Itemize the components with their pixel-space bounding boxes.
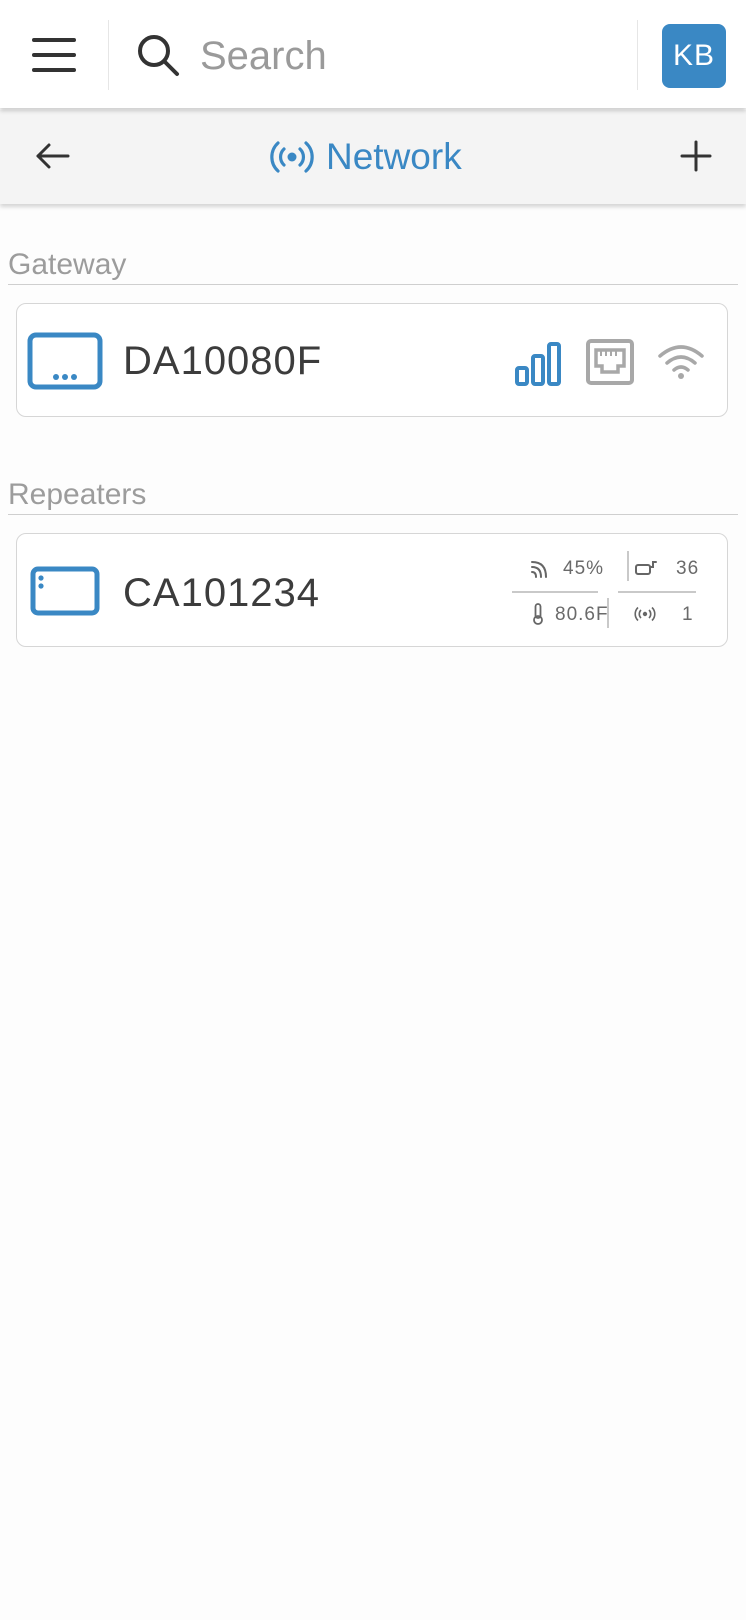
signal-value: 45% (563, 558, 605, 579)
section-label-repeaters: Repeaters (8, 478, 147, 511)
search-input[interactable] (198, 26, 622, 86)
back-arrow-icon[interactable] (30, 134, 74, 178)
radio-signal-icon (634, 606, 656, 622)
menu-icon[interactable] (22, 30, 86, 80)
gateway-device-icon (27, 332, 103, 390)
avatar[interactable]: KB (662, 24, 726, 88)
thermometer-icon (533, 603, 543, 625)
divider (108, 20, 109, 90)
page-title: Network (270, 134, 462, 180)
search-icon (138, 35, 179, 76)
gateway-card[interactable]: DA10080F (16, 303, 728, 417)
stat-divider (627, 551, 629, 581)
repeater-name: CA101234 (123, 571, 321, 615)
radio-value: 1 (682, 604, 694, 625)
page-title-text: Network (326, 136, 462, 177)
temperature-value: 80.6F (555, 604, 609, 625)
divider (637, 20, 638, 90)
wifi-icon (658, 345, 704, 379)
cellular-signal-icon (515, 342, 561, 386)
repeater-device-icon (30, 566, 100, 616)
battery-value: 36 (676, 558, 700, 579)
gateway-name: DA10080F (123, 339, 323, 383)
section-label-gateway: Gateway (8, 248, 127, 281)
broadcast-icon (270, 141, 314, 173)
stat-divider (618, 591, 696, 593)
stat-divider (512, 591, 598, 593)
ethernet-port-icon (586, 339, 634, 385)
top-bar: KB (0, 0, 746, 108)
battery-icon (635, 561, 657, 575)
sub-header: Network (0, 110, 746, 204)
add-icon[interactable] (674, 134, 718, 178)
stat-divider (607, 598, 609, 628)
signal-strength-icon (531, 561, 547, 578)
repeater-card[interactable]: CA101234 45% 36 80.6F 1 (16, 533, 728, 647)
section-divider (8, 514, 738, 515)
section-divider (8, 284, 738, 285)
